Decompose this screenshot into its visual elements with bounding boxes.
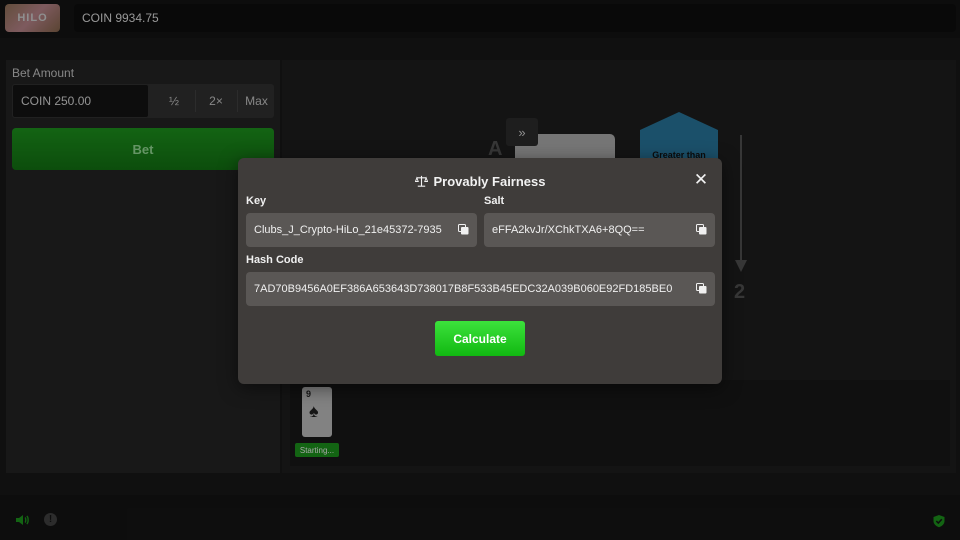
provably-fair-modal: Provably Fairness ✕ Key Clubs_J_Crypto-H… bbox=[238, 158, 722, 384]
copy-icon[interactable] bbox=[696, 224, 707, 235]
close-icon[interactable]: ✕ bbox=[693, 171, 709, 188]
salt-label: Salt bbox=[484, 195, 505, 207]
hash-code-field[interactable]: 7AD70B9456A0EF386A653643D738017B8F533B45… bbox=[246, 272, 715, 306]
calculate-button[interactable]: Calculate bbox=[435, 321, 525, 356]
key-field[interactable]: Clubs_J_Crypto-HiLo_21e45372-7935 bbox=[246, 213, 477, 247]
scale-icon bbox=[414, 175, 428, 187]
key-label: Key bbox=[246, 195, 267, 207]
modal-title: Provably Fairness bbox=[433, 173, 546, 189]
modal-header: Provably Fairness bbox=[238, 172, 722, 190]
salt-field[interactable]: eFFA2kvJr/XChkTXA6+8QQ== bbox=[484, 213, 715, 247]
copy-icon[interactable] bbox=[696, 283, 707, 294]
hash-code-label: Hash Code bbox=[246, 254, 304, 266]
copy-icon[interactable] bbox=[458, 224, 469, 235]
